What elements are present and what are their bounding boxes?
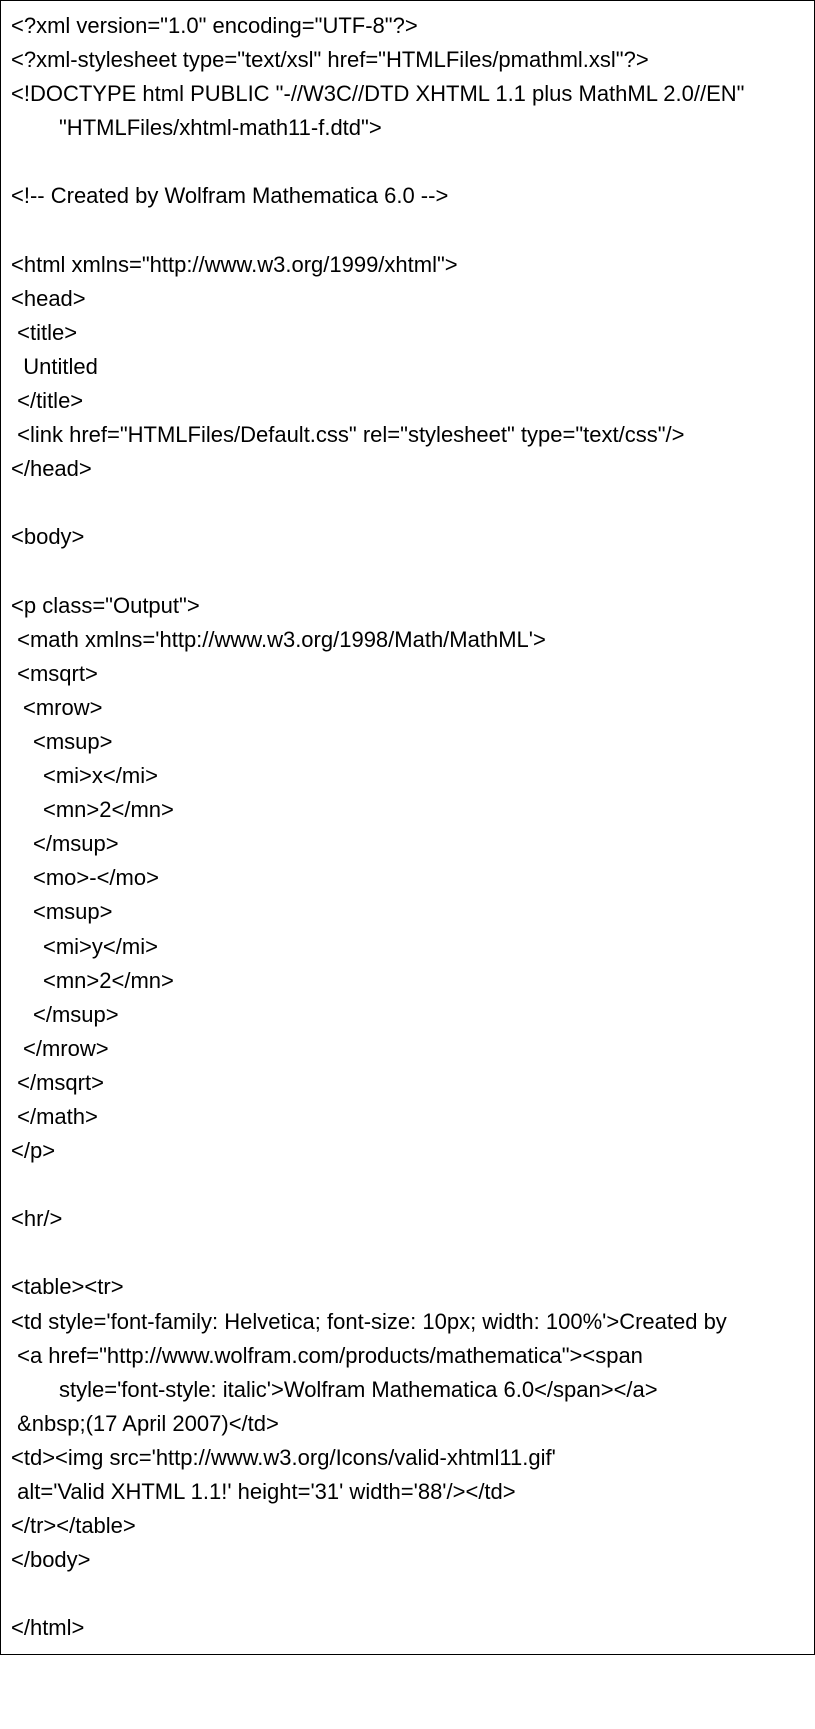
code-line: <title> [11,316,804,350]
code-line [11,1577,804,1611]
code-line: <body> [11,520,804,554]
code-line [11,555,804,589]
code-line: </head> [11,452,804,486]
code-line: &nbsp;(17 April 2007)</td> [11,1407,804,1441]
code-line: </math> [11,1100,804,1134]
code-line: </body> [11,1543,804,1577]
code-line: <table><tr> [11,1270,804,1304]
code-line: <a href="http://www.wolfram.com/products… [11,1339,804,1373]
code-line: <p class="Output"> [11,589,804,623]
code-line: Untitled [11,350,804,384]
code-line: <!DOCTYPE html PUBLIC "-//W3C//DTD XHTML… [11,77,804,111]
code-line: <?xml-stylesheet type="text/xsl" href="H… [11,43,804,77]
code-line: <mn>2</mn> [11,964,804,998]
code-line: <math xmlns='http://www.w3.org/1998/Math… [11,623,804,657]
code-line: <hr/> [11,1202,804,1236]
code-line: <html xmlns="http://www.w3.org/1999/xhtm… [11,248,804,282]
code-line: </msup> [11,998,804,1032]
code-line: <!-- Created by Wolfram Mathematica 6.0 … [11,179,804,213]
code-line [11,145,804,179]
code-line: </html> [11,1611,804,1645]
code-line: <?xml version="1.0" encoding="UTF-8"?> [11,9,804,43]
code-line: <mi>y</mi> [11,930,804,964]
code-line: <link href="HTMLFiles/Default.css" rel="… [11,418,804,452]
code-line: </msqrt> [11,1066,804,1100]
code-line: alt='Valid XHTML 1.1!' height='31' width… [11,1475,804,1509]
code-line: <msqrt> [11,657,804,691]
code-line [11,1168,804,1202]
code-line [11,1236,804,1270]
code-line: <td><img src='http://www.w3.org/Icons/va… [11,1441,804,1475]
code-block: <?xml version="1.0" encoding="UTF-8"?><?… [11,9,804,1646]
code-line: "HTMLFiles/xhtml-math11-f.dtd"> [11,111,804,145]
code-line: </mrow> [11,1032,804,1066]
code-line: <mn>2</mn> [11,793,804,827]
code-line: </p> [11,1134,804,1168]
code-line: </title> [11,384,804,418]
code-line: <head> [11,282,804,316]
code-line [11,214,804,248]
code-line: <msup> [11,725,804,759]
code-line [11,486,804,520]
code-line: <mi>x</mi> [11,759,804,793]
code-line: <msup> [11,895,804,929]
code-line: <mrow> [11,691,804,725]
code-line: </tr></table> [11,1509,804,1543]
code-line: </msup> [11,827,804,861]
code-line: <mo>-</mo> [11,861,804,895]
code-line: style='font-style: italic'>Wolfram Mathe… [11,1373,804,1407]
code-line: <td style='font-family: Helvetica; font-… [11,1305,804,1339]
